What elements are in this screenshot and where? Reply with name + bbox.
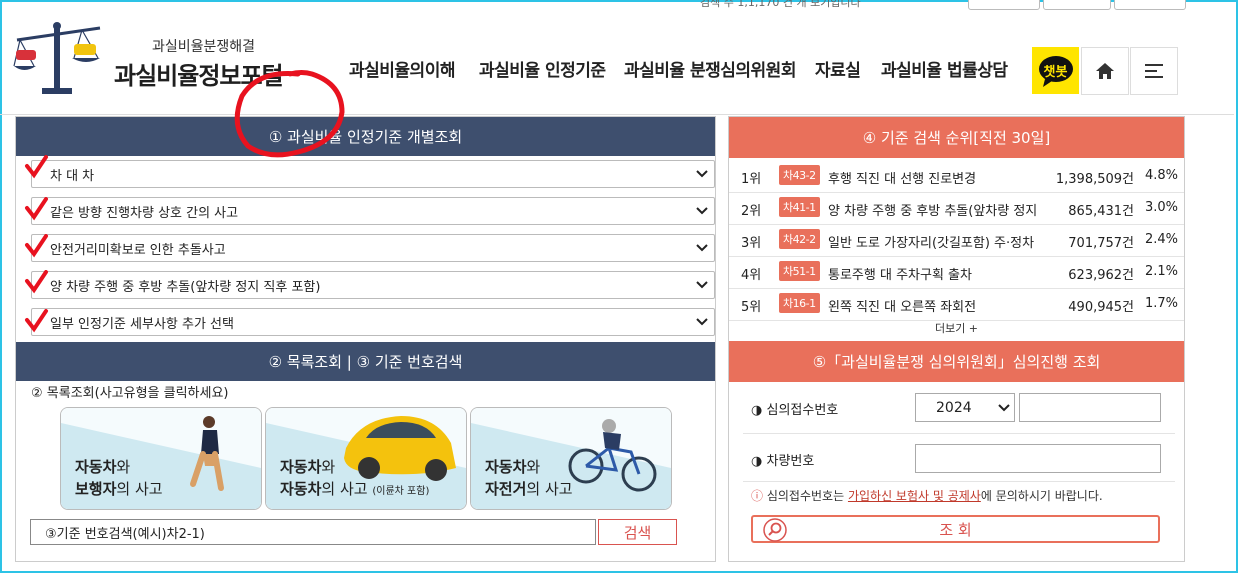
section2-title: ② 목록조회 | ③ 기준 번호검색 bbox=[16, 342, 715, 381]
select-value: 양 차량 주행 중 후방 추돌(앞차량 정지 직후 포함) bbox=[50, 279, 321, 295]
check-mark-icon bbox=[25, 234, 48, 258]
ranking-code-badge: 차51-1 bbox=[779, 261, 820, 281]
year-value: 2024 bbox=[936, 399, 972, 416]
check-mark-icon bbox=[25, 155, 48, 179]
header-divider bbox=[0, 114, 1234, 115]
nav-resources[interactable]: 자료실 bbox=[815, 56, 861, 81]
chatbot-label: 챗봇 bbox=[1043, 65, 1068, 80]
nav-committee[interactable]: 과실비율 분쟁심의위원회 bbox=[624, 56, 796, 81]
card-text: 자동차와 자동차의 사고 (이륜차 포함) bbox=[280, 458, 430, 498]
section1-title: ① 과실비율 인정기준 개별조회 bbox=[16, 117, 715, 156]
top-info-text: 검색 수 1,1,170 건 개 보기입니다 bbox=[700, 0, 861, 9]
chevron-down-icon bbox=[696, 244, 708, 252]
ranking-title: ④ 기준 검색 순위[직전 30일] bbox=[729, 117, 1184, 158]
home-icon bbox=[1096, 63, 1114, 79]
receipt-number-input[interactable] bbox=[1019, 393, 1161, 422]
top-link-button-2[interactable] bbox=[1043, 0, 1111, 10]
card-text: 자동차와 자전거의 사고 bbox=[485, 458, 573, 498]
select-accident-type[interactable]: 같은 방향 진행차량 상호 간의 사고 bbox=[31, 197, 715, 225]
logo-subtitle: 과실비율분쟁해결 bbox=[152, 39, 256, 55]
home-button[interactable] bbox=[1081, 47, 1129, 95]
ranking-code-badge: 차16-1 bbox=[779, 293, 820, 313]
check-mark-icon bbox=[25, 309, 48, 333]
select-value: 같은 방향 진행차량 상호 간의 사고 bbox=[50, 205, 239, 221]
select-additional-detail[interactable]: 일부 인정기준 세부사항 추가 선택 bbox=[31, 308, 715, 336]
ranking-row[interactable]: 5위 차16-1 왼쪽 직진 대 오른쪽 좌회전 490,945건 1.7% bbox=[729, 288, 1184, 321]
alert-circle-icon: ⓘ bbox=[751, 489, 764, 503]
top-link-button-1[interactable] bbox=[968, 0, 1040, 10]
search-button[interactable]: 검색 bbox=[598, 519, 677, 545]
ranking-row[interactable]: 3위 차42-2 일반 도로 가장자리(갓길포함) 주·정차 701,757건 … bbox=[729, 224, 1184, 257]
ranking-code-badge: 차42-2 bbox=[779, 229, 820, 249]
ranking-row[interactable]: 1위 차43-2 후행 직진 대 선행 진로변경 1,398,509건 4.8% bbox=[729, 160, 1184, 193]
card-car-pedestrian[interactable]: 자동차와 보행자의 사고 bbox=[60, 407, 262, 510]
nav-understanding[interactable]: 과실비율의이해 bbox=[349, 56, 455, 81]
lookup-button[interactable]: 조 회 bbox=[751, 515, 1160, 543]
chevron-down-icon bbox=[998, 404, 1010, 412]
ranking-row[interactable]: 4위 차51-1 통로주행 대 주차구획 출차 623,962건 2.1% bbox=[729, 256, 1184, 289]
half-circle-icon: ◑ bbox=[751, 403, 763, 418]
nav-criteria[interactable]: 과실비율 인정기준 bbox=[479, 56, 606, 81]
car-number-label: ◑ 차량번호 bbox=[751, 454, 815, 469]
notice-text: ⓘ 심의접수번호는 가입하신 보험사 및 공제사에 문의하시기 바랍니다. bbox=[751, 489, 1103, 503]
ranking-code-badge: 차43-2 bbox=[779, 165, 820, 185]
select-value: 차 대 차 bbox=[50, 168, 95, 184]
select-value: 일부 인정기준 세부사항 추가 선택 bbox=[50, 316, 234, 332]
top-link-button-3[interactable] bbox=[1114, 0, 1186, 10]
half-circle-icon: ◑ bbox=[751, 454, 763, 469]
committee-title: ⑤「과실비율분쟁 심의위원회」심의진행 조회 bbox=[729, 341, 1184, 382]
scale-logo-icon[interactable] bbox=[12, 18, 102, 98]
check-mark-icon bbox=[25, 270, 48, 294]
list-lookup-label: ② 목록조회(사고유형을 클릭하세요) bbox=[31, 386, 229, 401]
card-text: 자동차와 보행자의 사고 bbox=[75, 458, 163, 498]
form-divider bbox=[743, 433, 1175, 434]
year-select[interactable]: 2024 bbox=[915, 393, 1015, 422]
form-divider bbox=[743, 481, 1175, 482]
annotation-circle-icon bbox=[234, 70, 345, 158]
more-link[interactable]: 더보기 + bbox=[729, 320, 1184, 336]
select-value: 안전거리미확보로 인한 추돌사고 bbox=[50, 242, 226, 258]
chevron-down-icon bbox=[696, 318, 708, 326]
select-accident-party[interactable]: 차 대 차 bbox=[31, 160, 715, 188]
receipt-number-label: ◑ 심의접수번호 bbox=[751, 403, 839, 418]
select-accident-detail[interactable]: 양 차량 주행 중 후방 추돌(앞차량 정지 직후 포함) bbox=[31, 271, 715, 299]
check-mark-icon bbox=[25, 197, 48, 221]
card-car-bicycle[interactable]: 자동차와 자전거의 사고 bbox=[470, 407, 672, 510]
hamburger-menu-icon bbox=[1145, 64, 1163, 78]
chevron-down-icon bbox=[696, 170, 708, 178]
chevron-down-icon bbox=[696, 281, 708, 289]
nav-legal-consult[interactable]: 과실비율 법률상담 bbox=[881, 56, 1008, 81]
car-number-input[interactable] bbox=[915, 444, 1161, 473]
chevron-down-icon bbox=[696, 207, 708, 215]
ranking-row[interactable]: 2위 차41-1 양 차량 주행 중 후방 추돌(앞차량 정지 865,431건… bbox=[729, 192, 1184, 225]
magnifier-icon bbox=[763, 518, 787, 542]
insurer-link[interactable]: 가입하신 보험사 및 공제사 bbox=[848, 489, 981, 503]
criteria-number-search-input[interactable]: ③기준 번호검색(예시)차2-1) bbox=[30, 519, 596, 545]
card-car-car[interactable]: 자동차와 자동차의 사고 (이륜차 포함) bbox=[265, 407, 467, 510]
chatbot-button[interactable]: 챗봇 bbox=[1032, 47, 1079, 94]
menu-button[interactable] bbox=[1130, 47, 1178, 95]
ranking-and-committee-panel: ④ 기준 검색 순위[직전 30일] 1위 차43-2 후행 직진 대 선행 진… bbox=[728, 116, 1185, 562]
criteria-lookup-panel: ① 과실비율 인정기준 개별조회 차 대 차 같은 방향 진행차량 상호 간의 … bbox=[15, 116, 716, 562]
ranking-code-badge: 차41-1 bbox=[779, 197, 820, 217]
select-accident-cause[interactable]: 안전거리미확보로 인한 추돌사고 bbox=[31, 234, 715, 262]
